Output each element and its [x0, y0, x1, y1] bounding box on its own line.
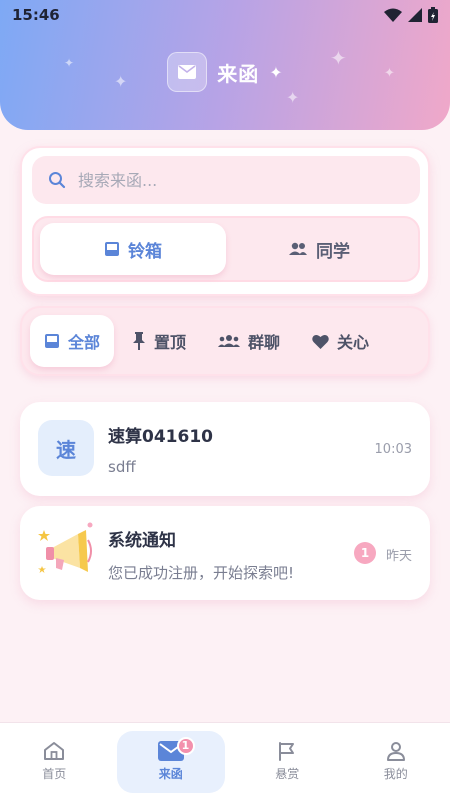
conversation-time: 10:03 — [374, 442, 412, 457]
conversation-time: 昨天 — [385, 549, 412, 564]
page-title: 来函 — [217, 61, 260, 86]
tab-bounty-label: 悬赏 — [275, 767, 300, 781]
filter-pinned-label: 置顶 — [154, 333, 187, 352]
tab-bounty[interactable]: 悬赏 — [233, 731, 342, 793]
inbox-icon — [105, 242, 119, 256]
page-title-group: 来函 ✦ — [0, 52, 450, 92]
tab-home[interactable]: 首页 — [0, 731, 109, 793]
tab-bar: 首页 1 来函 悬赏 我的 — [0, 722, 450, 800]
mail-icon — [167, 52, 208, 92]
header: 15:46 ✦ ✦ ✦ ✦ ✦ 来函 ✦ — [0, 0, 450, 130]
status-time: 15:46 — [12, 6, 60, 24]
search-icon — [49, 172, 66, 189]
segment-inbox[interactable]: 铃箱 — [40, 223, 226, 275]
home-icon — [44, 742, 65, 760]
filter-group-chat[interactable]: 群聊 — [204, 315, 294, 367]
search-card: 铃箱 同学 — [20, 146, 430, 296]
tab-profile[interactable]: 我的 — [342, 731, 450, 793]
tab-mail-badge: 1 — [176, 736, 195, 755]
pin-icon — [133, 332, 146, 350]
conversation-item[interactable]: 系统通知 您已成功注册，开始探索吧! 1 昨天 — [20, 506, 430, 600]
filter-bar: 全部 置顶 群聊 关心 — [20, 306, 430, 376]
segment-control: 铃箱 同学 — [32, 216, 420, 282]
group-icon — [218, 335, 241, 347]
conversation-name: 速算041610 — [108, 427, 213, 447]
status-bar: 15:46 — [12, 4, 438, 26]
segment-inbox-label: 铃箱 — [128, 241, 162, 262]
conversation-name: 系统通知 — [108, 531, 176, 551]
filter-all[interactable]: 全部 — [30, 315, 115, 367]
tab-profile-label: 我的 — [383, 767, 408, 781]
tab-mail-label: 来函 — [158, 767, 183, 781]
avatar: 速 — [38, 420, 94, 476]
filter-all-label: 全部 — [68, 333, 101, 352]
flag-icon — [279, 742, 295, 761]
filter-group-chat-label: 群聊 — [248, 333, 281, 352]
heart-icon — [312, 334, 329, 349]
conversation-preview: sdff — [108, 458, 136, 476]
signal-icon — [408, 8, 422, 22]
megaphone-icon — [38, 522, 94, 582]
filter-care[interactable]: 关心 — [298, 315, 383, 367]
segment-classmates[interactable]: 同学 — [226, 223, 412, 275]
tab-mail[interactable]: 1 来函 — [116, 730, 225, 793]
user-icon — [386, 742, 405, 761]
search-input[interactable] — [78, 170, 378, 190]
conversation-preview: 您已成功注册，开始探索吧! — [108, 564, 295, 582]
segment-classmates-label: 同学 — [316, 241, 350, 262]
status-icons — [384, 7, 438, 23]
sparkle-icon: ✦ — [269, 62, 283, 82]
filter-care-label: 关心 — [337, 333, 370, 352]
filter-pinned[interactable]: 置顶 — [118, 315, 200, 367]
people-icon — [289, 242, 307, 255]
search-box[interactable] — [32, 156, 420, 204]
inbox-icon — [45, 334, 59, 348]
unread-badge: 1 — [354, 542, 376, 564]
tab-home-label: 首页 — [42, 767, 67, 781]
battery-icon — [428, 7, 438, 23]
conversation-item[interactable]: 速 速算041610 sdff 10:03 — [20, 402, 430, 496]
wifi-icon — [384, 8, 402, 22]
